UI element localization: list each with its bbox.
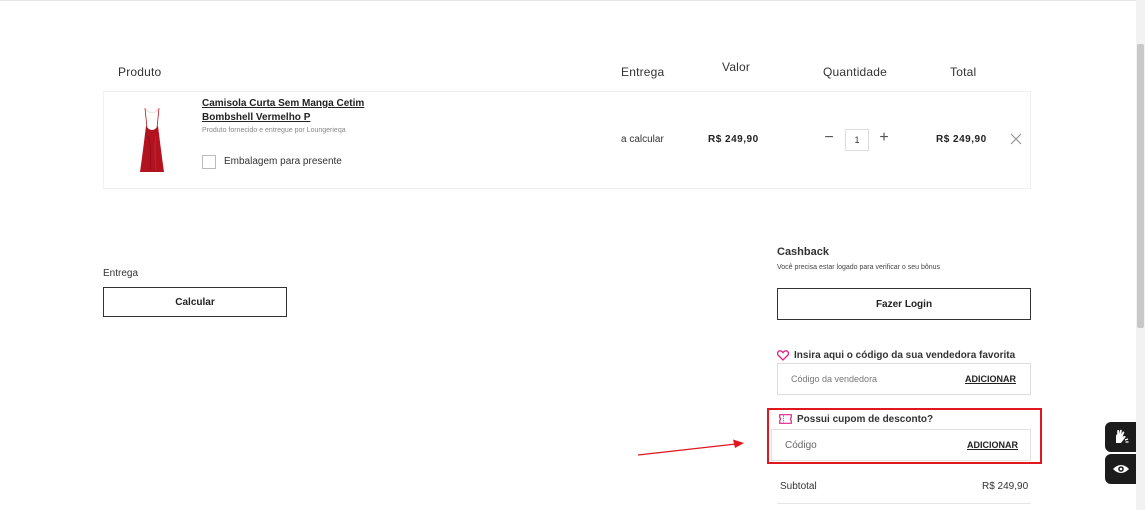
header-quantidade: Quantidade bbox=[823, 65, 888, 79]
quantity-decrease-button[interactable]: − bbox=[822, 128, 836, 148]
product-image[interactable] bbox=[134, 106, 170, 174]
gift-wrap-checkbox[interactable] bbox=[202, 155, 216, 169]
seller-code-input[interactable] bbox=[778, 364, 958, 394]
seller-code-heading: Insira aqui o código da sua vendedora fa… bbox=[777, 348, 1015, 362]
eye-icon bbox=[1113, 465, 1129, 473]
coupon-box: ADICIONAR bbox=[771, 429, 1031, 461]
product-name-line1: Camisola Curta Sem Manga Cetim bbox=[202, 98, 365, 109]
header-entrega: Entrega bbox=[621, 65, 665, 79]
product-name-link[interactable]: Camisola Curta Sem Manga Cetim Bombshell… bbox=[202, 97, 402, 125]
subtotal-divider bbox=[777, 503, 1031, 504]
shipping-label: Entrega bbox=[103, 268, 139, 279]
product-seller: Produto fornecido e entregue por Lounger… bbox=[202, 127, 346, 134]
item-total: R$ 249,90 bbox=[936, 134, 987, 145]
close-icon[interactable] bbox=[1008, 131, 1024, 147]
cart-item-row: Camisola Curta Sem Manga Cetim Bombshell… bbox=[103, 91, 1031, 189]
quantity-input[interactable]: 1 bbox=[845, 129, 869, 151]
seller-code-box: ADICIONAR bbox=[777, 363, 1031, 395]
gift-wrap-label[interactable]: Embalagem para presente bbox=[224, 156, 342, 167]
header-valor: Valor bbox=[722, 60, 751, 74]
subtotal-label: Subtotal bbox=[780, 481, 817, 492]
coupon-code-input[interactable] bbox=[772, 430, 952, 460]
item-price: R$ 249,90 bbox=[708, 134, 759, 145]
cashback-note: Você precisa estar logado para verificar… bbox=[777, 264, 941, 271]
product-name-line2: Bombshell Vermelho P bbox=[202, 112, 311, 123]
heart-icon bbox=[777, 349, 789, 361]
annotation-arrow-icon bbox=[637, 439, 744, 456]
ticket-icon bbox=[779, 414, 792, 424]
header-total: Total bbox=[950, 65, 977, 79]
login-button[interactable]: Fazer Login bbox=[777, 288, 1031, 320]
seller-code-add-button[interactable]: ADICIONAR bbox=[965, 374, 1016, 384]
coupon-add-button[interactable]: ADICIONAR bbox=[967, 440, 1018, 450]
accessibility-libras-button[interactable] bbox=[1105, 422, 1137, 452]
calculate-shipping-button[interactable]: Calcular bbox=[103, 287, 287, 317]
product-garment-shape bbox=[140, 126, 164, 172]
accessibility-visual-button[interactable] bbox=[1105, 454, 1137, 484]
sign-language-icon bbox=[1116, 429, 1129, 443]
scrollbar-thumb[interactable] bbox=[1137, 44, 1144, 328]
seller-code-title: Insira aqui o código da sua vendedora fa… bbox=[794, 349, 1016, 361]
subtotal-value: R$ 249,90 bbox=[982, 481, 1029, 492]
coupon-title: Possui cupom de desconto? bbox=[797, 413, 934, 425]
coupon-heading: Possui cupom de desconto? bbox=[779, 412, 933, 426]
header-produto: Produto bbox=[118, 65, 162, 79]
cashback-title: Cashback bbox=[777, 246, 829, 258]
top-divider bbox=[0, 0, 1136, 1]
item-shipping-value: a calcular bbox=[621, 134, 664, 145]
quantity-increase-button[interactable]: + bbox=[877, 128, 891, 148]
